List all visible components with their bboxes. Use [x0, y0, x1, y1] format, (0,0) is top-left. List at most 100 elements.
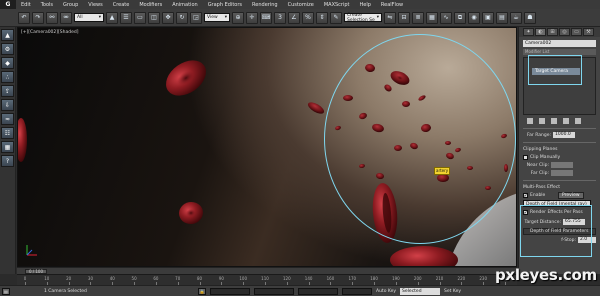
- scale-icon[interactable]: ◲: [190, 11, 202, 24]
- dof-rollout-header[interactable]: Depth of Field Parameters: [523, 228, 596, 235]
- unlink-icon[interactable]: ⚮: [60, 11, 72, 24]
- realflow-mesh-icon[interactable]: ◆: [1, 57, 14, 69]
- app-logo-icon[interactable]: G: [0, 0, 16, 9]
- key-filter-dropdown[interactable]: Selected: [400, 287, 441, 295]
- z-coord-field[interactable]: [298, 287, 338, 295]
- align-icon[interactable]: ⊟: [398, 11, 410, 24]
- configure-sets-icon[interactable]: [575, 118, 581, 124]
- pin-stack-icon[interactable]: [527, 118, 533, 124]
- fstop-input[interactable]: 2.0: [578, 237, 596, 243]
- enable-checkbox[interactable]: ✔: [523, 192, 528, 198]
- render-setup-icon[interactable]: ▣: [482, 11, 494, 24]
- realflow-help-icon[interactable]: ?: [1, 155, 14, 167]
- layer-manager-icon[interactable]: ≣: [412, 11, 424, 24]
- menu-graph-editors[interactable]: Graph Editors: [203, 2, 247, 8]
- far-range-input[interactable]: 1000.0: [553, 132, 575, 138]
- spinner-snap-icon[interactable]: ⇕: [316, 11, 328, 24]
- maxscript-listener-icon[interactable]: ▤: [2, 287, 10, 295]
- menu-group[interactable]: Group: [58, 2, 83, 8]
- trackbar[interactable]: 0 10 20 30 40 50 60 70 80 90 100 110 120 140 160 170 180…: [17, 274, 517, 286]
- move-icon[interactable]: ✥: [162, 11, 174, 24]
- hierarchy-tab-icon[interactable]: ⊞: [547, 28, 558, 36]
- rect-selection-icon[interactable]: ▭: [134, 11, 146, 24]
- edit-named-selection-icon[interactable]: ✎: [330, 11, 342, 24]
- menu-edit[interactable]: Edit: [16, 2, 36, 8]
- realflow-export-icon[interactable]: ⇪: [1, 85, 14, 97]
- realflow-particle-icon[interactable]: ∴: [1, 71, 14, 83]
- render-per-pass-checkbox[interactable]: ✔: [523, 209, 528, 215]
- setkey-label[interactable]: Set Key: [444, 289, 461, 294]
- menu-realflow[interactable]: RealFlow: [376, 2, 408, 8]
- viewport-label[interactable]: [+][Camera002][Shaded]: [21, 30, 79, 35]
- ref-coord-dropdown[interactable]: View ▾: [204, 13, 230, 22]
- material-editor-icon[interactable]: ◉: [468, 11, 480, 24]
- mirror-icon[interactable]: ⇋: [384, 11, 396, 24]
- remove-modifier-icon[interactable]: [563, 118, 569, 124]
- select-by-name-icon[interactable]: ☰: [120, 11, 132, 24]
- render-production-icon[interactable]: ☕: [510, 11, 522, 24]
- menu-modifiers[interactable]: Modifiers: [134, 2, 167, 8]
- display-tab-icon[interactable]: ▭: [571, 28, 582, 36]
- menu-animation[interactable]: Animation: [167, 2, 203, 8]
- link-icon[interactable]: ⚯: [46, 11, 58, 24]
- realflow-daemon-icon[interactable]: ⚙: [1, 43, 14, 55]
- far-clip-input[interactable]: [551, 170, 573, 176]
- pivot-icon[interactable]: ⊕: [232, 11, 244, 24]
- rotate-icon[interactable]: ↻: [176, 11, 188, 24]
- blood-cell: [365, 63, 375, 73]
- menu-views[interactable]: Views: [83, 2, 107, 8]
- percent-snap-icon[interactable]: %: [302, 11, 314, 24]
- time-slider-thumb[interactable]: 0 / 100: [25, 268, 47, 274]
- utilities-tab-icon[interactable]: ⚒: [583, 28, 594, 36]
- window-crossing-icon[interactable]: ◫: [148, 11, 160, 24]
- near-clip-label: Near Clip:: [526, 162, 549, 168]
- autokey-label[interactable]: Auto Key: [376, 289, 396, 294]
- realflow-settings-icon[interactable]: ☷: [1, 127, 14, 139]
- schematic-view-icon[interactable]: ⧉: [454, 11, 466, 24]
- target-distance-input[interactable]: 65.755: [563, 219, 585, 225]
- manipulate-icon[interactable]: ✛: [246, 11, 258, 24]
- named-selection-dropdown[interactable]: Create Selection Se ▾: [344, 13, 382, 23]
- menu-create[interactable]: Create: [108, 2, 135, 8]
- modify-tab-icon[interactable]: ◐: [535, 28, 546, 36]
- lock-selection-icon[interactable]: 🔒: [198, 287, 206, 295]
- preview-button[interactable]: Preview: [558, 191, 584, 199]
- selection-filter-dropdown[interactable]: All ▾: [74, 13, 104, 22]
- blood-cell: [343, 95, 353, 101]
- menu-customize[interactable]: Customize: [283, 2, 319, 8]
- snap-icon[interactable]: 3: [274, 11, 286, 24]
- motion-tab-icon[interactable]: ◎: [559, 28, 570, 36]
- angle-snap-icon[interactable]: ∠: [288, 11, 300, 24]
- rendered-frame-icon[interactable]: ▤: [496, 11, 508, 24]
- select-object-icon[interactable]: ▲: [106, 11, 118, 24]
- create-tab-icon[interactable]: ✦: [523, 28, 534, 36]
- undo-icon[interactable]: ↶: [18, 11, 30, 24]
- menu-help[interactable]: Help: [355, 2, 376, 8]
- x-coord-field[interactable]: [210, 287, 250, 295]
- show-end-result-icon[interactable]: [539, 118, 545, 124]
- object-name-field[interactable]: Camera002: [523, 40, 596, 47]
- menu-rendering[interactable]: Rendering: [247, 2, 283, 8]
- effect-type-dropdown[interactable]: Depth of Field (mental ray): [523, 200, 591, 207]
- clip-manually-checkbox[interactable]: [523, 154, 528, 160]
- graphite-ribbon-icon[interactable]: ▦: [426, 11, 438, 24]
- realflow-emitter-icon[interactable]: ▲: [1, 29, 14, 41]
- realflow-scene-icon[interactable]: ▦: [1, 141, 14, 153]
- y-coord-field[interactable]: [254, 287, 294, 295]
- near-clip-input[interactable]: [551, 162, 573, 168]
- make-unique-icon[interactable]: [551, 118, 557, 124]
- render-iterative-icon[interactable]: ☗: [524, 11, 536, 24]
- redo-icon[interactable]: ↷: [32, 11, 44, 24]
- stack-tools: [523, 118, 596, 124]
- curve-editor-icon[interactable]: ∿: [440, 11, 452, 24]
- realflow-wave-icon[interactable]: ≈: [1, 113, 14, 125]
- menu-tools[interactable]: Tools: [36, 2, 58, 8]
- time-slider[interactable]: 0 / 100: [17, 267, 517, 274]
- realflow-import-icon[interactable]: ⇩: [1, 99, 14, 111]
- menu-maxscript[interactable]: MAXScript: [319, 2, 355, 8]
- camera-viewport[interactable]: [+][Camera002][Shaded] artery: [17, 27, 517, 267]
- modifier-list-dropdown[interactable]: Modifier List: [523, 49, 596, 55]
- keyboard-shortcut-icon[interactable]: ⌨: [260, 11, 272, 24]
- stack-item-target-camera[interactable]: Target Camera: [532, 68, 580, 75]
- grid-field[interactable]: [342, 287, 372, 295]
